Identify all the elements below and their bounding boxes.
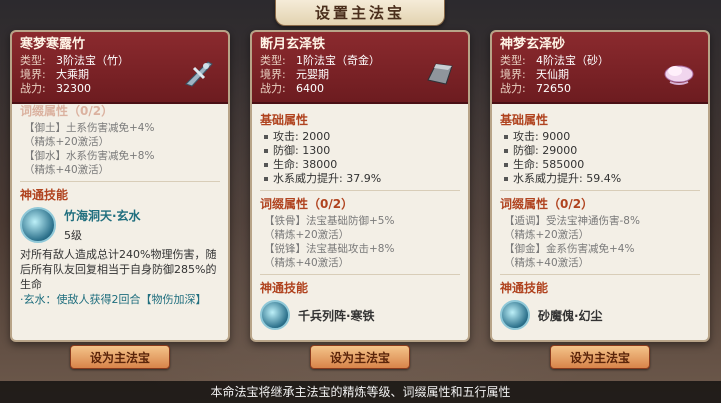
divider [260,190,460,191]
base-attributes-header: 基础属性 [260,113,309,127]
realm-label: 境界: [500,68,526,81]
bamboo-blade-icon [180,54,218,92]
skill-row: 千兵列阵·寒铁 [260,300,460,330]
card-header: 神梦玄泽砂 类型: 4阶法宝（砂） 境界: 天仙期 战力: 72650 [492,32,708,104]
card-body: 词缀属性（0/2） 【御土】土系伤害减免+4% （精炼+20激活） 【御水】水系… [12,104,228,340]
power-label: 战力: [500,82,526,95]
stat-water-power: 水系威力提升: 37.9% [260,172,460,186]
set-main-treasure-button-2[interactable]: 设为主法宝 [310,345,410,369]
affix-line: 【遁调】受法宝神通伤害-8% [504,215,640,227]
stat-attack: 攻击: 2000 [260,130,460,144]
card-body: 基础属性 攻击: 2000 防御: 1300 生命: 38000 水系威力提升:… [252,104,468,340]
affix-requirement: （精炼+40激活） [24,164,110,176]
card-body: 基础属性 攻击: 9000 防御: 29000 生命: 585000 水系威力提… [492,104,708,340]
type-value: 1阶法宝（奇金） [296,54,380,67]
type-value: 4阶法宝（砂） [536,54,609,67]
stat-hp: 生命: 38000 [260,158,460,172]
realm-label: 境界: [20,68,46,81]
stat-attack: 攻击: 9000 [500,130,700,144]
base-attributes-header: 基础属性 [500,113,549,127]
power-label: 战力: [20,82,46,95]
type-label: 类型: [260,54,286,67]
treasure-name: 寒梦寒露竹 [20,37,86,52]
power-value: 32300 [56,82,91,95]
power-value: 72650 [536,82,571,95]
realm-value: 大乘期 [56,68,89,81]
sand-cloud-icon [660,54,698,92]
iron-ingot-icon [420,54,458,92]
skill-icon [500,300,530,330]
affix-line: 【御金】金系伤害减免+4% [504,243,635,255]
type-value: 3阶法宝（竹） [56,54,129,67]
power-label: 战力: [260,82,286,95]
affix-header: 词缀属性（0/2） [260,197,354,211]
skill-row: 竹海洞天·玄水 5级 [20,207,220,243]
affix-header: 词缀属性（0/2） [500,197,594,211]
power-value: 6400 [296,82,324,95]
skill-name: 千兵列阵·寒铁 [298,308,375,323]
treasure-name: 神梦玄泽砂 [500,37,566,52]
stat-defense: 防御: 1300 [260,144,460,158]
skill-name: 竹海洞天·玄水 [64,209,141,223]
divider [500,190,700,191]
affix-requirement: （精炼+40激活） [264,257,350,269]
affix-line: 【御土】土系伤害减免+4% [24,122,155,134]
skill-description: 对所有敌人造成总计240%物理伤害，随后所有队友回复相当于自身防御285%的生命 [20,248,217,291]
affix-line: 【铁骨】法宝基础防御+5% [264,215,395,227]
affix-requirement: （精炼+20激活） [264,229,350,241]
stat-hp: 生命: 585000 [500,158,700,172]
dialog-title: 设置主法宝 [275,0,445,26]
stat-defense: 防御: 29000 [500,144,700,158]
realm-value: 元婴期 [296,68,329,81]
affix-line: 【锐锋】法宝基础攻击+8% [264,243,395,255]
footer-hint: 本命法宝将继承主法宝的精炼等级、词缀属性和五行属性 [0,381,721,403]
set-main-treasure-button-3[interactable]: 设为主法宝 [550,345,650,369]
treasure-card-2: 断月玄泽铁 类型: 1阶法宝（奇金） 境界: 元婴期 战力: 6400 基础属性 攻击… [250,30,470,342]
type-label: 类型: [500,54,526,67]
skill-header: 神通技能 [20,188,69,202]
skill-header: 神通技能 [260,281,309,295]
realm-value: 天仙期 [536,68,569,81]
type-label: 类型: [20,54,46,67]
skill-icon [20,207,56,243]
skill-header: 神通技能 [500,281,549,295]
card-header: 断月玄泽铁 类型: 1阶法宝（奇金） 境界: 元婴期 战力: 6400 [252,32,468,104]
affix-line: 【御水】水系伤害减免+8% [24,150,155,162]
skill-level: 5级 [64,229,82,242]
divider [500,274,700,275]
affix-header: 词缀属性（0/2） [20,104,114,118]
skill-name: 砂魔傀·幻尘 [538,308,603,323]
affix-requirement: （精炼+20激活） [504,229,590,241]
skill-row: 砂魔傀·幻尘 [500,300,700,330]
treasure-card-3: 神梦玄泽砂 类型: 4阶法宝（砂） 境界: 天仙期 战力: 72650 基础属性 攻击… [490,30,710,342]
stat-water-power: 水系威力提升: 59.4% [500,172,700,186]
card-header: 寒梦寒露竹 类型: 3阶法宝（竹） 境界: 大乘期 战力: 32300 [12,32,228,104]
affix-requirement: （精炼+20激活） [24,136,110,148]
skill-extra-effect: ·玄水：使敌人获得2回合【物伤加深】 [20,293,207,306]
realm-label: 境界: [260,68,286,81]
skill-icon [260,300,290,330]
divider [20,181,220,182]
divider [260,274,460,275]
treasure-name: 断月玄泽铁 [260,37,326,52]
set-main-treasure-button-1[interactable]: 设为主法宝 [70,345,170,369]
affix-requirement: （精炼+40激活） [504,257,590,269]
treasure-card-1: 寒梦寒露竹 类型: 3阶法宝（竹） 境界: 大乘期 战力: 32300 词缀属性（0/… [10,30,230,342]
